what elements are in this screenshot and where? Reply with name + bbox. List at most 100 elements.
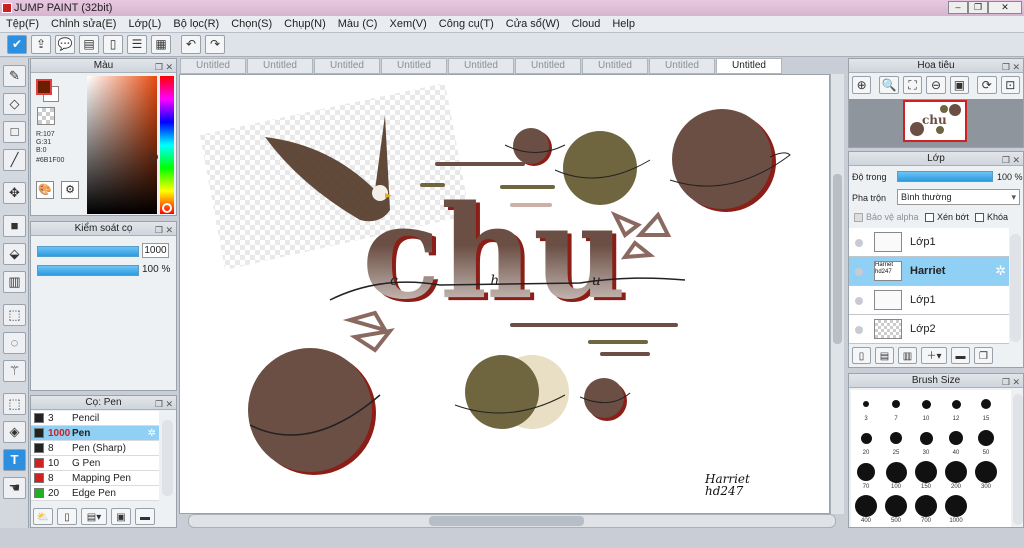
document-icon[interactable]: ▯ bbox=[103, 35, 123, 54]
select-rect-tool-icon[interactable]: □ bbox=[3, 121, 26, 143]
message-icon[interactable]: ▤ bbox=[79, 35, 99, 54]
fill-rect-tool-icon[interactable]: ■ bbox=[3, 215, 26, 237]
brush-size-option[interactable]: 40 bbox=[941, 426, 971, 460]
move-tool-icon[interactable]: ✥ bbox=[3, 182, 26, 204]
brush-size-option[interactable]: 100 bbox=[881, 460, 911, 494]
protect-alpha-checkbox[interactable]: Bảo vệ alpha bbox=[854, 212, 919, 222]
layer-row-selected[interactable]: Harriet hd247 Harriet ✲ bbox=[849, 257, 1009, 286]
vertical-scroll-thumb[interactable] bbox=[833, 174, 842, 344]
palette-settings-icon[interactable]: ⚙ bbox=[61, 181, 79, 199]
horizontal-scroll-thumb[interactable] bbox=[429, 516, 584, 526]
panel-menu-icon[interactable]: ❐ ✕ bbox=[155, 223, 173, 237]
tab-untitled[interactable]: Untitled bbox=[582, 58, 648, 74]
folder-icon[interactable]: ▬ bbox=[135, 508, 155, 525]
brush-size-option[interactable]: 25 bbox=[881, 426, 911, 460]
magic-wand-tool-icon[interactable]: ⚚ bbox=[3, 360, 26, 382]
panel-menu-icon[interactable]: ❐ ✕ bbox=[1002, 60, 1020, 74]
brush-opacity-slider[interactable] bbox=[37, 265, 139, 276]
brush-size-option[interactable]: 400 bbox=[851, 494, 881, 528]
close-button[interactable]: ✕ bbox=[988, 1, 1022, 14]
canvas-horizontal-scrollbar[interactable] bbox=[188, 514, 836, 528]
layer-row[interactable]: Lớp1 bbox=[849, 228, 1009, 257]
menu-view[interactable]: Xem(V) bbox=[389, 18, 426, 30]
lock-checkbox[interactable]: Khóa bbox=[975, 212, 1008, 222]
brush-size-option[interactable]: 1000 bbox=[941, 494, 971, 528]
panel-menu-icon[interactable]: ❐ ✕ bbox=[1002, 153, 1020, 167]
menu-cloud[interactable]: Cloud bbox=[572, 18, 601, 30]
brush-item-g-pen[interactable]: 10 G Pen bbox=[31, 456, 159, 471]
duplicate-layer-icon[interactable]: ❐ bbox=[974, 347, 993, 364]
brush-size-option[interactable]: 3 bbox=[851, 392, 881, 426]
panel-menu-icon[interactable]: ❐ ✕ bbox=[155, 397, 173, 411]
brush-tool-icon[interactable]: ✎ bbox=[3, 65, 26, 87]
new-layer-icon[interactable]: ▯ bbox=[852, 347, 871, 364]
tab-untitled[interactable]: Untitled bbox=[515, 58, 581, 74]
tab-untitled[interactable]: Untitled bbox=[649, 58, 715, 74]
menu-edit[interactable]: Chỉnh sửa(E) bbox=[51, 18, 116, 30]
brush-size-option[interactable]: 12 bbox=[941, 392, 971, 426]
zoom-in-icon[interactable]: 🔍 bbox=[879, 76, 899, 94]
eye-icon[interactable] bbox=[855, 297, 863, 305]
grid-icon[interactable]: ▦ bbox=[151, 35, 171, 54]
new-layer-8bit-icon[interactable]: ▤ bbox=[875, 347, 894, 364]
hue-slider-handle[interactable] bbox=[162, 203, 172, 213]
palette-icon[interactable]: 🎨 bbox=[36, 181, 54, 199]
panel-menu-icon[interactable]: ❐ ✕ bbox=[1002, 375, 1020, 389]
add-layer-menu-icon[interactable]: ＋▾ bbox=[921, 347, 947, 364]
layer-row[interactable]: Lớp2 bbox=[849, 315, 1009, 344]
zoom-out-icon[interactable]: ⊖ bbox=[926, 76, 946, 94]
fit-window-icon[interactable]: ⛶ bbox=[902, 76, 923, 94]
hand-tool-icon[interactable]: ☚ bbox=[3, 477, 26, 499]
select-tool-icon[interactable]: ⬚ bbox=[3, 304, 26, 326]
eye-icon[interactable] bbox=[855, 239, 863, 247]
brush-size-field[interactable]: 1000 bbox=[142, 243, 169, 258]
menu-layer[interactable]: Lớp(L) bbox=[128, 18, 161, 30]
share-icon[interactable]: ⇪ bbox=[31, 35, 51, 54]
reset-zoom-icon[interactable]: ▣ bbox=[949, 76, 970, 94]
flip-icon[interactable]: ⊡ bbox=[1000, 76, 1020, 94]
line-tool-icon[interactable]: ╱ bbox=[3, 149, 26, 171]
menu-tools[interactable]: Công cụ(T) bbox=[439, 18, 494, 30]
cloud-download-icon[interactable]: ⛅ bbox=[33, 508, 53, 525]
menu-file[interactable]: Tệp(F) bbox=[6, 18, 39, 30]
brush-size-option[interactable]: 15 bbox=[971, 392, 1001, 426]
layer-list-scrollbar[interactable] bbox=[1010, 234, 1021, 342]
layer-row[interactable]: Lớp1 bbox=[849, 286, 1009, 315]
brush-size-scrollbar[interactable] bbox=[1013, 394, 1023, 525]
brush-size-option[interactable]: 70 bbox=[851, 460, 881, 494]
brush-item-pen-sharp[interactable]: 8 Pen (Sharp) bbox=[31, 441, 159, 456]
brush-size-slider[interactable] bbox=[37, 246, 139, 257]
comment-icon[interactable]: 💬 bbox=[55, 35, 75, 54]
zoom-fit-icon[interactable]: ⊕ bbox=[852, 76, 872, 94]
select-eraser-tool-icon[interactable]: ◈ bbox=[3, 421, 26, 443]
new-brush-icon[interactable]: ▯ bbox=[57, 508, 77, 525]
gear-icon[interactable]: ✲ bbox=[995, 263, 1006, 279]
layer-opacity-slider[interactable] bbox=[897, 171, 993, 182]
eye-icon[interactable] bbox=[855, 326, 863, 334]
menu-filter[interactable]: Bộ lọc(R) bbox=[173, 18, 219, 30]
undo-icon[interactable]: ↶ bbox=[181, 35, 201, 54]
brush-size-option[interactable]: 20 bbox=[851, 426, 881, 460]
brush-size-option[interactable]: 200 bbox=[941, 460, 971, 494]
tab-untitled[interactable]: Untitled bbox=[180, 58, 246, 74]
eraser-tool-icon[interactable]: ◇ bbox=[3, 93, 26, 115]
brush-item-mapping-pen[interactable]: 8 Mapping Pen bbox=[31, 471, 159, 486]
lasso-tool-icon[interactable]: ◌ bbox=[3, 332, 26, 354]
brush-size-option[interactable]: 30 bbox=[911, 426, 941, 460]
transparent-color-swatch[interactable] bbox=[37, 107, 55, 125]
brush-item-pen[interactable]: 1000 Pen ✲ bbox=[31, 426, 159, 441]
brush-size-option[interactable]: 7 bbox=[881, 392, 911, 426]
folder-icon[interactable]: ▬ bbox=[951, 347, 970, 364]
menu-color[interactable]: Màu (C) bbox=[338, 18, 378, 30]
eye-icon[interactable] bbox=[855, 268, 863, 276]
saturation-value-picker[interactable] bbox=[87, 76, 157, 214]
foreground-color-swatch[interactable] bbox=[36, 79, 52, 95]
menu-capture[interactable]: Chụp(N) bbox=[284, 18, 326, 30]
panel-menu-icon[interactable]: ❐ ✕ bbox=[155, 60, 173, 74]
checklist-icon[interactable]: ☰ bbox=[127, 35, 147, 54]
navigator-thumbnail[interactable]: chu bbox=[903, 100, 967, 142]
brush-size-option[interactable]: 300 bbox=[971, 460, 1001, 494]
tab-untitled[interactable]: Untitled bbox=[314, 58, 380, 74]
brush-size-option[interactable]: 700 bbox=[911, 494, 941, 528]
brush-size-option[interactable]: 50 bbox=[971, 426, 1001, 460]
